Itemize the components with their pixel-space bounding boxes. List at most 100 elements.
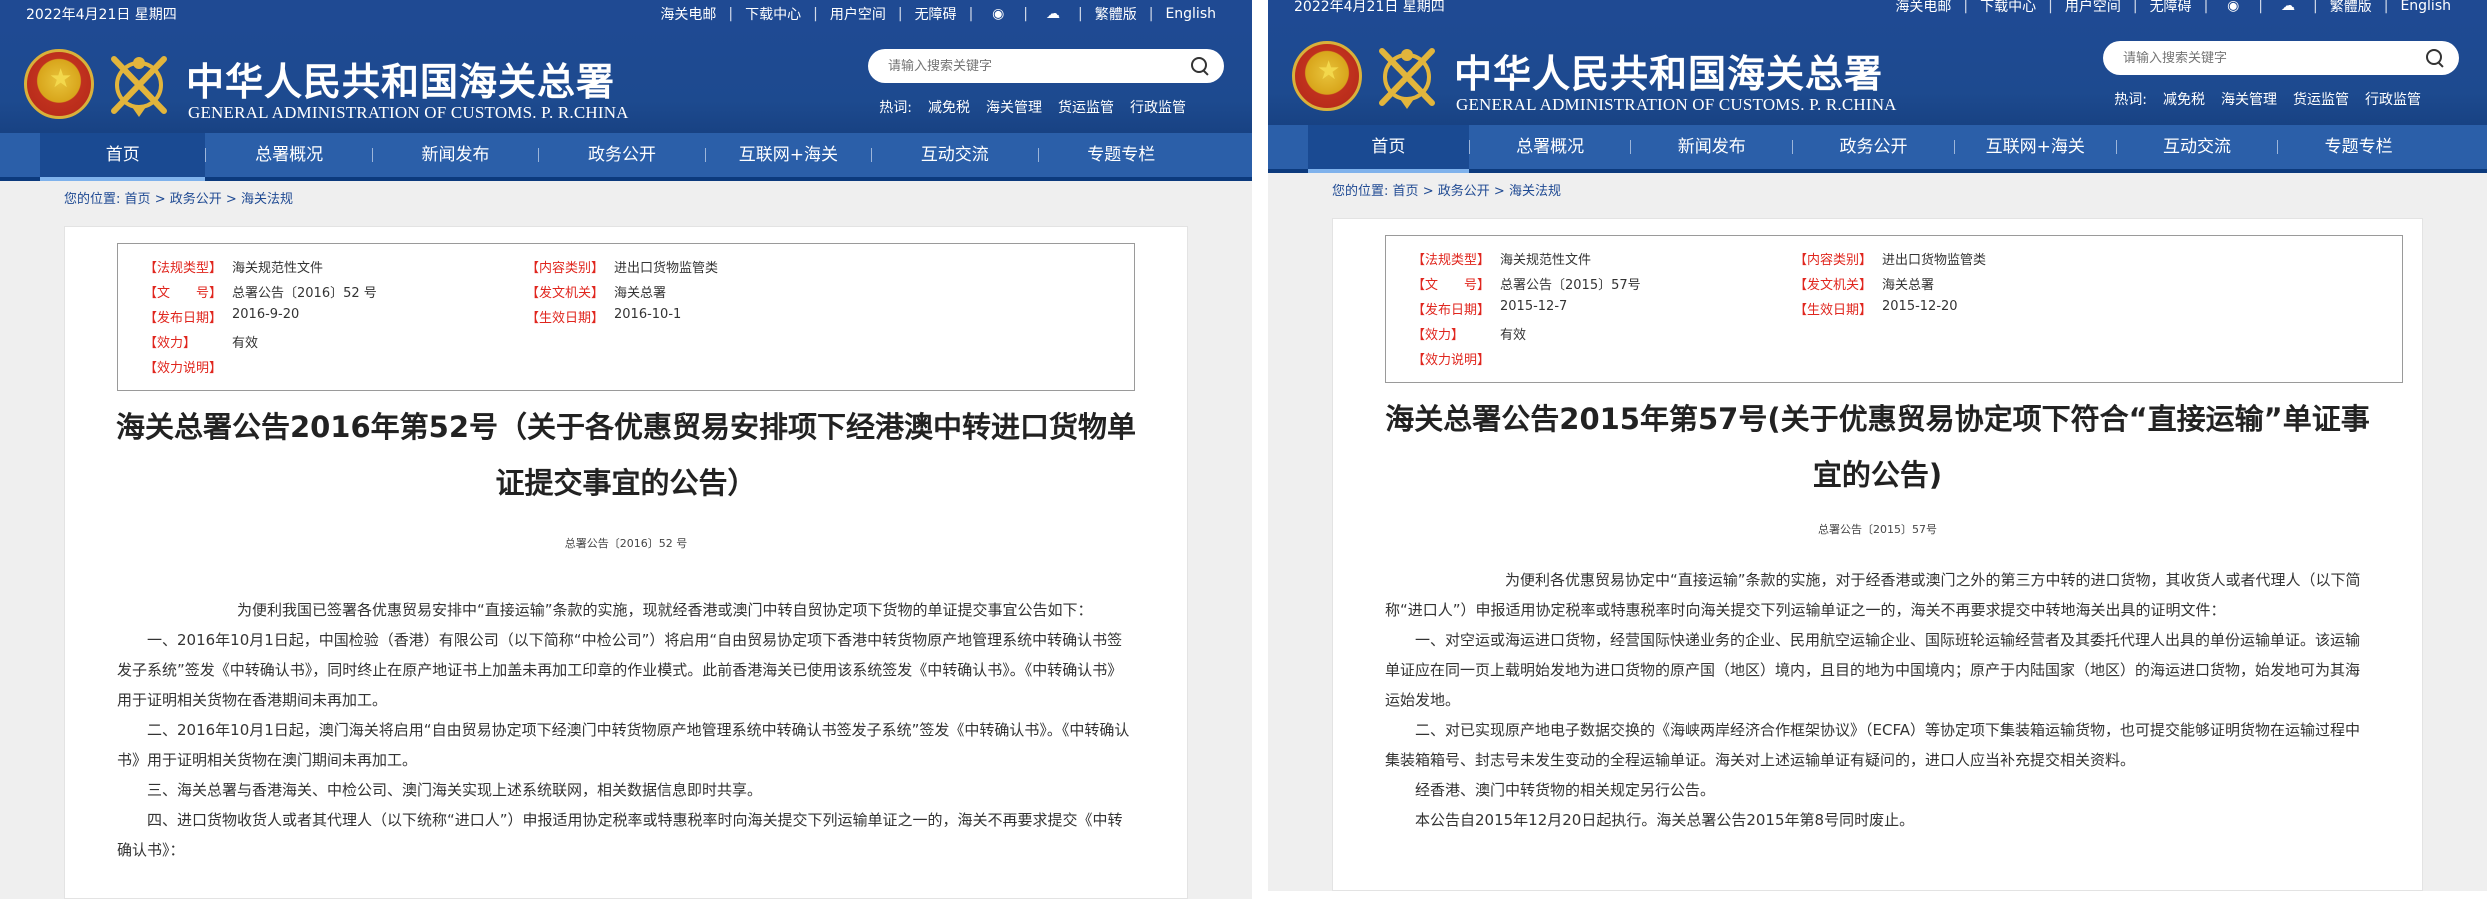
meta-law-type: 海关规范性文件 bbox=[232, 261, 324, 276]
meta-effective-date: 2016-10-1 bbox=[614, 307, 682, 322]
breadcrumb-regulations[interactable]: 海关法规 bbox=[1509, 184, 1561, 199]
nav-news[interactable]: 新闻发布 bbox=[1631, 125, 1792, 169]
breadcrumb-prefix: 您的位置: bbox=[64, 192, 121, 207]
site-header: ★ 中华人民共和国海关总署 GENERAL ADMINISTRATION OF … bbox=[1268, 19, 2487, 125]
left-browser-panel: 2022年4月21日 星期四 海关电邮 | 下载中心 | 用户空间 | 无障碍 | ◉ |… bbox=[0, 0, 1252, 899]
main-navigation: 首页 总署概况 新闻发布 政务公开 互联网+海关 互动交流 专题专栏 bbox=[1268, 125, 2487, 173]
customs-logo-icon bbox=[1379, 48, 1435, 109]
search-box bbox=[2103, 41, 2459, 75]
weibo-icon[interactable]: ◉ bbox=[2224, 0, 2242, 13]
meta-label: 【内容类别】 bbox=[1794, 253, 1873, 268]
main-navigation: 首页 总署概况 新闻发布 政务公开 互联网+海关 互动交流 专题专栏 bbox=[0, 133, 1252, 181]
nav-government-affairs[interactable]: 政务公开 bbox=[539, 133, 704, 177]
document-number: 总署公告〔2016〕52 号 bbox=[564, 537, 688, 550]
article-container: 【法规类型】 海关规范性文件 【内容类别】 进出口货物监管类 【文 号】 总署公告〔2… bbox=[64, 226, 1188, 899]
nav-home[interactable]: 首页 bbox=[40, 133, 206, 181]
hot-word-link[interactable]: 行政监管 bbox=[2365, 89, 2421, 109]
link-download-center[interactable]: 下载中心 bbox=[745, 4, 801, 24]
separator: | bbox=[1963, 0, 1969, 14]
meta-label: 【法规类型】 bbox=[144, 261, 223, 276]
nav-home[interactable]: 首页 bbox=[1308, 125, 1469, 173]
link-traditional-chinese[interactable]: 繁體版 bbox=[2330, 0, 2372, 16]
search-input[interactable] bbox=[2123, 50, 2425, 66]
meta-publish-date: 2015-12-7 bbox=[1500, 299, 1568, 314]
link-english[interactable]: English bbox=[1165, 6, 1216, 22]
document-metadata-box: 【法规类型】 海关规范性文件 【内容类别】 进出口货物监管类 【文 号】 总署公告〔2… bbox=[117, 243, 1135, 391]
national-emblem-icon: ★ bbox=[1292, 41, 1362, 111]
separator: | bbox=[2203, 0, 2209, 14]
article-container: 【法规类型】 海关规范性文件 【内容类别】 进出口货物监管类 【文 号】 总署公告〔2… bbox=[1332, 218, 2423, 891]
body-paragraph: 本公告自2015年12月20日起执行。海关总署公告2015年第8号同时废止。 bbox=[1415, 811, 1915, 829]
meta-doc-number: 总署公告〔2016〕52 号 bbox=[232, 286, 377, 301]
breadcrumb: 您的位置: 首页 > 政务公开 > 海关法规 bbox=[0, 181, 1252, 219]
hot-word-link[interactable]: 海关管理 bbox=[2221, 89, 2277, 109]
wechat-icon[interactable]: ☁ bbox=[1044, 7, 1062, 21]
hot-words: 热词: 减免税 海关管理 货运监管 行政监管 bbox=[2114, 89, 2421, 109]
meta-content-type: 进出口货物监管类 bbox=[614, 261, 719, 276]
breadcrumb-home[interactable]: 首页 bbox=[125, 192, 151, 207]
nav-special-topics[interactable]: 专题专栏 bbox=[1039, 133, 1204, 177]
hot-word-link[interactable]: 减免税 bbox=[928, 97, 970, 117]
hot-word-link[interactable]: 海关管理 bbox=[986, 97, 1042, 117]
right-browser-panel: 2022年4月21日 星期四 海关电邮 | 下载中心 | 用户空间 | 无障碍 | ◉ |… bbox=[1268, 0, 2487, 891]
link-accessibility[interactable]: 无障碍 bbox=[915, 4, 957, 24]
document-metadata-box: 【法规类型】 海关规范性文件 【内容类别】 进出口货物监管类 【文 号】 总署公告〔2… bbox=[1385, 235, 2403, 383]
top-utility-bar: 2022年4月21日 星期四 海关电邮 | 下载中心 | 用户空间 | 无障碍 | ◉ |… bbox=[1268, 0, 2487, 19]
separator: | bbox=[2258, 0, 2263, 14]
site-title-english: GENERAL ADMINISTRATION OF CUSTOMS. P. R.… bbox=[1456, 95, 1897, 114]
meta-label: 【效力】 bbox=[1412, 328, 1465, 343]
nav-government-affairs[interactable]: 政务公开 bbox=[1793, 125, 1954, 169]
hot-words-label: 热词: bbox=[879, 100, 912, 116]
nav-news[interactable]: 新闻发布 bbox=[373, 133, 538, 177]
meta-label: 【发文机关】 bbox=[1794, 278, 1873, 293]
meta-label: 【生效日期】 bbox=[1794, 303, 1873, 318]
panel-gap bbox=[1252, 0, 1268, 899]
nav-interaction[interactable]: 互动交流 bbox=[2117, 125, 2278, 169]
document-body: 为便利各优惠贸易协定中“直接运输”条款的实施，对于经香港或澳门之外的第三方中转的… bbox=[1385, 565, 2370, 835]
search-icon[interactable] bbox=[1190, 56, 1210, 76]
hot-word-link[interactable]: 行政监管 bbox=[1130, 97, 1186, 117]
site-title-english: GENERAL ADMINISTRATION OF CUSTOMS. P. R.… bbox=[188, 103, 629, 122]
link-customs-email[interactable]: 海关电邮 bbox=[1895, 0, 1951, 16]
nav-overview[interactable]: 总署概况 bbox=[206, 133, 371, 177]
customs-logo-icon bbox=[111, 56, 167, 117]
hot-word-link[interactable]: 货运监管 bbox=[2293, 89, 2349, 109]
breadcrumb-government-affairs[interactable]: 政务公开 bbox=[1438, 184, 1490, 199]
separator: | bbox=[1023, 5, 1028, 22]
breadcrumb-government-affairs[interactable]: 政务公开 bbox=[170, 192, 222, 207]
hot-word-link[interactable]: 减免税 bbox=[2163, 89, 2205, 109]
meta-doc-number: 总署公告〔2015〕57号 bbox=[1500, 278, 1641, 293]
meta-issuer: 海关总署 bbox=[614, 286, 667, 301]
breadcrumb-separator: > bbox=[1422, 184, 1434, 199]
breadcrumb-home[interactable]: 首页 bbox=[1393, 184, 1419, 199]
nav-internet-customs[interactable]: 互联网+海关 bbox=[706, 133, 871, 177]
current-date: 2022年4月21日 星期四 bbox=[1294, 0, 1445, 15]
nav-interaction[interactable]: 互动交流 bbox=[872, 133, 1037, 177]
document-title: 海关总署公告2015年第57号(关于优惠贸易协定项下符合“直接运输”单证事宜的公… bbox=[1385, 402, 2370, 492]
weibo-icon[interactable]: ◉ bbox=[989, 7, 1007, 21]
nav-overview[interactable]: 总署概况 bbox=[1470, 125, 1631, 169]
site-title-chinese[interactable]: 中华人民共和国海关总署 bbox=[186, 51, 615, 106]
link-customs-email[interactable]: 海关电邮 bbox=[660, 4, 716, 24]
link-english[interactable]: English bbox=[2400, 0, 2451, 14]
link-user-space[interactable]: 用户空间 bbox=[2065, 0, 2121, 16]
breadcrumb-separator: > bbox=[154, 192, 166, 207]
search-input[interactable] bbox=[888, 58, 1190, 74]
hot-word-link[interactable]: 货运监管 bbox=[1058, 97, 1114, 117]
breadcrumb-regulations[interactable]: 海关法规 bbox=[241, 192, 293, 207]
link-user-space[interactable]: 用户空间 bbox=[830, 4, 886, 24]
breadcrumb-separator: > bbox=[225, 192, 237, 207]
search-icon[interactable] bbox=[2425, 48, 2445, 68]
link-traditional-chinese[interactable]: 繁體版 bbox=[1095, 4, 1137, 24]
body-paragraph: 四、进口货物收货人或者其代理人（以下统称“进口人”）申报适用协定税率或特惠税率时… bbox=[117, 811, 1123, 859]
nav-special-topics[interactable]: 专题专栏 bbox=[2278, 125, 2439, 169]
site-title-chinese[interactable]: 中华人民共和国海关总署 bbox=[1454, 43, 1883, 98]
meta-status: 有效 bbox=[232, 336, 259, 351]
wechat-icon[interactable]: ☁ bbox=[2279, 0, 2297, 13]
link-download-center[interactable]: 下载中心 bbox=[1980, 0, 2036, 16]
body-paragraph: 为便利我国已签署各优惠贸易安排中“直接运输”条款的实施，现就经香港或澳门中转自贸… bbox=[237, 601, 1093, 619]
nav-internet-customs[interactable]: 互联网+海关 bbox=[1955, 125, 2116, 169]
meta-status: 有效 bbox=[1500, 328, 1527, 343]
link-accessibility[interactable]: 无障碍 bbox=[2150, 0, 2192, 16]
separator: | bbox=[728, 5, 734, 22]
